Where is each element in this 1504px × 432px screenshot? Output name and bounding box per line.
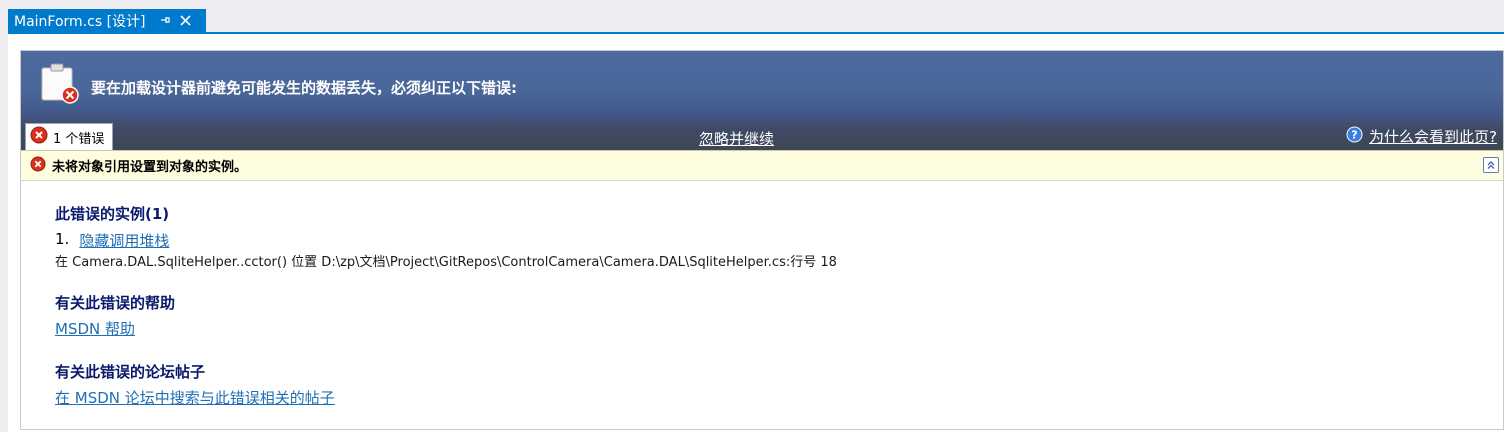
close-icon[interactable] <box>179 11 191 30</box>
collapse-icon[interactable] <box>1483 157 1499 173</box>
designer-error-page: 要在加载设计器前避免可能发生的数据丢失，必须纠正以下错误: 1 个错误 忽略并继… <box>20 50 1504 430</box>
error-icon <box>30 156 46 176</box>
ignore-and-continue-link[interactable]: 忽略并继续 <box>699 128 774 149</box>
why-this-page-area: ? 为什么会看到此页? <box>1346 126 1497 147</box>
error-banner: 要在加载设计器前避免可能发生的数据丢失，必须纠正以下错误: 1 个错误 忽略并继… <box>21 51 1503 150</box>
msdn-forum-search-link[interactable]: 在 MSDN 论坛中搜索与此错误相关的帖子 <box>55 387 335 408</box>
hide-call-stack-link[interactable]: 隐藏调用堆栈 <box>79 230 169 251</box>
svg-text:?: ? <box>1351 129 1357 142</box>
instance-item: 1. 隐藏调用堆栈 <box>55 230 169 251</box>
why-this-page-link[interactable]: 为什么会看到此页? <box>1369 126 1497 147</box>
pin-icon[interactable] <box>160 14 170 28</box>
instances-heading: 此错误的实例(1) <box>55 205 170 223</box>
msdn-help-link[interactable]: MSDN 帮助 <box>55 318 135 339</box>
error-count-tab[interactable]: 1 个错误 <box>25 123 113 150</box>
tab-title: MainForm.cs [设计] <box>14 13 146 30</box>
stack-trace: 在 Camera.DAL.SqliteHelper..cctor() 位置 D:… <box>55 255 837 270</box>
help-heading: 有关此错误的帮助 <box>55 294 176 312</box>
forum-heading: 有关此错误的论坛帖子 <box>55 363 206 381</box>
error-message-bar: 未将对象引用设置到对象的实例。 <box>21 150 1503 181</box>
item-number: 1. <box>55 230 70 248</box>
clipboard-error-icon <box>40 62 80 104</box>
tab-mainform-design[interactable]: MainForm.cs [设计] <box>8 9 206 32</box>
document-tab-strip: MainForm.cs [设计] <box>0 0 1504 35</box>
error-count-label: 1 个错误 <box>53 131 105 147</box>
error-message: 未将对象引用设置到对象的实例。 <box>52 160 248 175</box>
error-icon <box>30 126 48 148</box>
designer-surface: 要在加载设计器前避免可能发生的数据丢失，必须纠正以下错误: 1 个错误 忽略并继… <box>8 34 1504 432</box>
help-icon: ? <box>1346 126 1363 147</box>
banner-title: 要在加载设计器前避免可能发生的数据丢失，必须纠正以下错误: <box>91 79 518 97</box>
